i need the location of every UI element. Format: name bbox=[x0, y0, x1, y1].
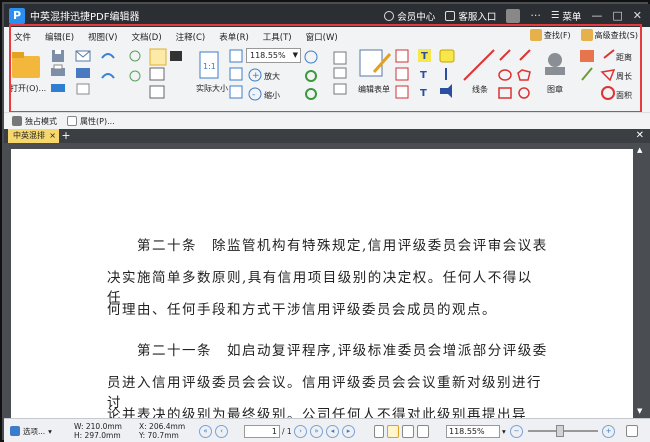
menu-document[interactable]: 文档(D) bbox=[131, 31, 161, 43]
toolbar-panel: 文件 编辑(E) 视图(V) 文档(D) 注释(C) 表单(R) 工具(T) 窗… bbox=[4, 27, 650, 112]
prev-page-button[interactable]: ‹ bbox=[215, 424, 228, 438]
minimize-button[interactable]: — bbox=[591, 9, 602, 22]
close-button[interactable]: ✕ bbox=[633, 9, 642, 22]
options-label: 选项... bbox=[23, 426, 46, 436]
menu-edit[interactable]: 编辑(E) bbox=[45, 31, 74, 43]
paragraph-line: 论并表决的级别为最终级别。公司任何人不得对此级别再提出异议。 bbox=[107, 407, 527, 419]
zoom-in-button[interactable]: + bbox=[602, 424, 615, 438]
continuous-page-icon[interactable] bbox=[387, 424, 399, 438]
menu-file[interactable]: 文件 bbox=[14, 31, 31, 43]
title-bar: P 中英混排迅捷PDF编辑器 会员中心 客服入口 ··· ☰ 菜单 — □ ✕ bbox=[4, 4, 650, 27]
exclusive-mode-button[interactable]: 独占模式 bbox=[12, 116, 57, 127]
hamburger-icon: ☰ bbox=[550, 10, 560, 21]
advanced-find-icon bbox=[580, 29, 593, 41]
tab-document[interactable]: 中英混排 × bbox=[8, 129, 59, 143]
vertical-scrollbar[interactable]: ▲ ▼ bbox=[636, 143, 648, 418]
menu-form[interactable]: 表单(R) bbox=[219, 31, 249, 43]
member-icon bbox=[384, 10, 395, 21]
find-button[interactable]: 查找(F) bbox=[529, 29, 571, 41]
page-number-input[interactable]: 1 bbox=[244, 424, 280, 438]
member-center-label: 会员中心 bbox=[397, 11, 436, 23]
area-label[interactable]: 面积 bbox=[616, 90, 632, 101]
close-all-tabs-button[interactable]: ✕ bbox=[636, 129, 644, 143]
fullscreen-icon[interactable] bbox=[626, 425, 638, 437]
member-center-button[interactable]: 会员中心 bbox=[384, 9, 435, 23]
menu-comment[interactable]: 注释(C) bbox=[176, 31, 206, 43]
more-button[interactable]: ··· bbox=[530, 9, 541, 22]
forward-view-button[interactable]: ▸ bbox=[342, 424, 355, 438]
pdf-page: 第二十条 除监管机构有特殊规定,信用评级委员会评审会议表 决实施简单多数原则,具… bbox=[11, 149, 633, 419]
scroll-up-icon[interactable]: ▲ bbox=[637, 146, 642, 154]
find-icon bbox=[529, 29, 542, 41]
chat-icon bbox=[445, 10, 456, 21]
menu-view[interactable]: 视图(V) bbox=[88, 31, 117, 43]
main-menu-label: 菜单 bbox=[562, 11, 582, 23]
gear-icon bbox=[10, 426, 20, 436]
zoom-in-label[interactable]: 放大 bbox=[264, 71, 280, 82]
page-width: W: 210.0mm bbox=[74, 422, 122, 431]
facing-page-icon[interactable] bbox=[402, 424, 414, 438]
page-total: / 1 bbox=[282, 426, 292, 436]
continuous-facing-icon[interactable] bbox=[417, 424, 429, 438]
next-page-button[interactable]: › bbox=[294, 424, 307, 438]
status-bar: 选项... ▾ W: 210.0mm H: 297.0mm X: 206.4mm… bbox=[4, 418, 650, 442]
single-page-icon[interactable] bbox=[374, 424, 384, 438]
chevron-down-icon: ▼ bbox=[292, 51, 298, 59]
page-height: H: 297.0mm bbox=[74, 431, 121, 440]
cursor-x: X: 206.4mm bbox=[139, 422, 186, 431]
app-title: 中英混排迅捷PDF编辑器 bbox=[30, 12, 140, 23]
app-window: P 中英混排迅捷PDF编辑器 会员中心 客服入口 ··· ☰ 菜单 — □ ✕ … bbox=[0, 0, 650, 442]
maximize-button[interactable]: □ bbox=[612, 9, 622, 22]
last-page-button[interactable]: » bbox=[310, 424, 323, 438]
customer-service-button[interactable]: 客服入口 bbox=[445, 9, 496, 23]
open-label[interactable]: 打开(O)... bbox=[10, 83, 46, 94]
exclusive-mode-icon bbox=[12, 116, 22, 126]
lines-label[interactable]: 线条 bbox=[472, 84, 488, 95]
tab-close-icon[interactable]: × bbox=[49, 129, 56, 143]
add-tab-button[interactable]: + bbox=[60, 130, 72, 142]
properties-icon bbox=[67, 116, 77, 126]
zoom-out-button[interactable]: − bbox=[510, 424, 523, 438]
tab-bar: 中英混排 × + ✕ bbox=[4, 129, 650, 143]
tab-document-label: 中英混排 bbox=[13, 131, 45, 140]
zoom-slider-handle[interactable] bbox=[556, 425, 564, 437]
chevron-down-icon: ▾ bbox=[48, 426, 52, 436]
menu-bar: 文件 编辑(E) 视图(V) 文档(D) 注释(C) 表单(R) 工具(T) 窗… bbox=[14, 31, 338, 43]
scroll-down-icon[interactable]: ▼ bbox=[637, 407, 642, 415]
menu-tools[interactable]: 工具(T) bbox=[263, 31, 292, 43]
distance-label[interactable]: 距离 bbox=[616, 52, 632, 63]
paragraph-line: 第二十条 除监管机构有特殊规定,信用评级委员会评审会议表 bbox=[137, 238, 548, 254]
zoom-select-value: 118.55% bbox=[250, 51, 286, 60]
document-viewport: 第二十条 除监管机构有特殊规定,信用评级委员会评审会议表 决实施简单多数原则,具… bbox=[4, 143, 650, 419]
paragraph-line: 第二十一条 如启动复评程序,评级标准委员会增派部分评级委 bbox=[137, 343, 548, 359]
exclusive-mode-label: 独占模式 bbox=[25, 116, 57, 126]
cursor-y: Y: 70.7mm bbox=[139, 431, 179, 440]
customer-service-label: 客服入口 bbox=[458, 11, 497, 23]
stamp-label[interactable]: 图章 bbox=[547, 84, 563, 95]
chevron-down-icon: ▾ bbox=[502, 426, 506, 436]
app-logo: P bbox=[9, 7, 25, 24]
avatar[interactable] bbox=[506, 8, 521, 23]
main-menu-button[interactable]: ☰ 菜单 bbox=[551, 9, 582, 23]
paragraph-line: 何理由、任何手段和方式干涉信用评级委员会成员的观点。 bbox=[107, 302, 497, 318]
first-page-button[interactable]: « bbox=[199, 424, 212, 438]
properties-label: 属性(P)... bbox=[80, 116, 115, 126]
advanced-find-label: 高级查找(S) bbox=[594, 30, 638, 40]
options-button[interactable]: 选项... ▾ bbox=[10, 419, 52, 442]
menu-window[interactable]: 窗口(W) bbox=[306, 31, 338, 43]
back-view-button[interactable]: ◂ bbox=[326, 424, 339, 438]
zoom-select[interactable]: 118.55% ▼ bbox=[246, 48, 301, 63]
perimeter-label[interactable]: 周长 bbox=[616, 71, 632, 82]
zoom-out-label[interactable]: 缩小 bbox=[264, 90, 280, 101]
edit-form-label[interactable]: 编辑表单 bbox=[358, 84, 390, 95]
sub-toolbar: 独占模式 属性(P)... bbox=[4, 112, 650, 129]
zoom-status-select[interactable]: 118.55% bbox=[446, 424, 500, 438]
advanced-find-button[interactable]: 高级查找(S) bbox=[580, 29, 638, 41]
properties-button[interactable]: 属性(P)... bbox=[67, 116, 115, 127]
find-label: 查找(F) bbox=[543, 30, 571, 40]
actual-size-label[interactable]: 实际大小 bbox=[196, 83, 228, 94]
